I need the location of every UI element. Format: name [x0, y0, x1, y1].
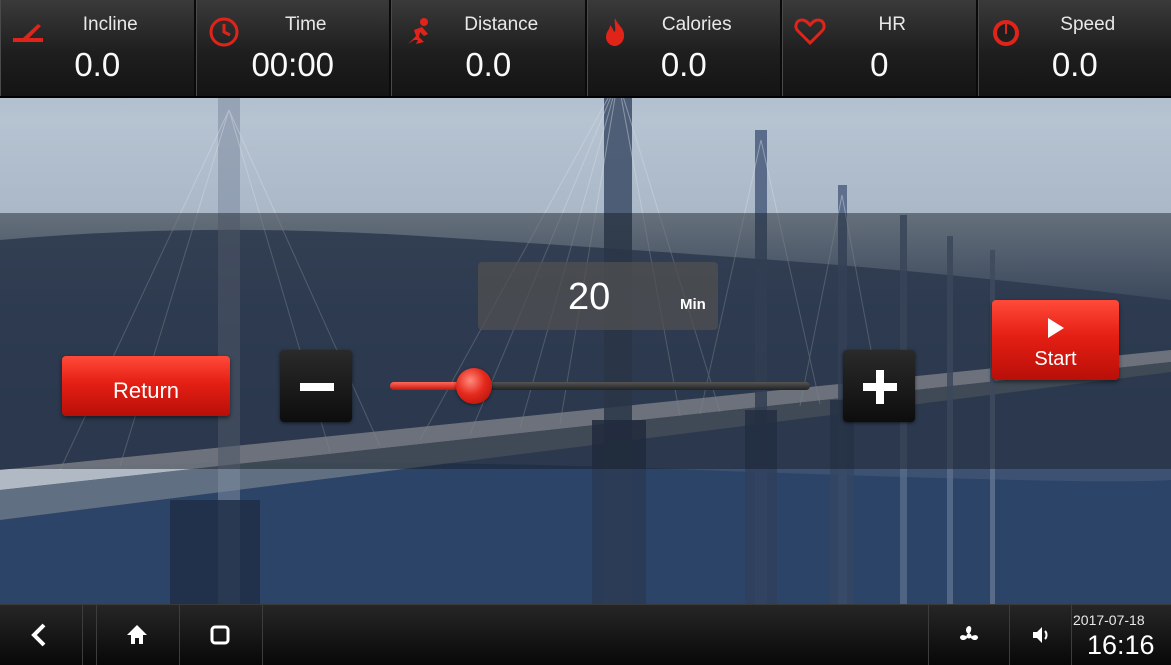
increase-button[interactable] — [843, 350, 915, 422]
system-navbar — [0, 604, 1171, 665]
stat-label: Incline — [1, 14, 194, 36]
stat-value: 00:00 — [197, 46, 390, 84]
home-icon — [125, 622, 149, 648]
fan-icon — [957, 622, 981, 648]
recent-apps-icon — [208, 622, 232, 648]
back-button[interactable] — [0, 605, 83, 665]
stat-value: 0.0 — [979, 46, 1171, 84]
decrease-button[interactable] — [280, 350, 352, 422]
stats-bar: Incline 0.0 Time 00:00 Distance 0.0 Calo… — [0, 0, 1171, 98]
back-icon — [28, 622, 52, 648]
stat-value: 0.0 — [588, 46, 781, 84]
slider-knob[interactable] — [456, 368, 492, 404]
volume-icon — [1029, 622, 1053, 648]
stat-label: Speed — [979, 14, 1171, 36]
status-clock: 16:16 — [1087, 630, 1155, 661]
stat-label: Distance — [392, 14, 585, 36]
stat-hr: HR 0 — [782, 0, 978, 96]
play-icon — [1048, 318, 1064, 338]
time-unit: Min — [680, 296, 706, 313]
stat-incline: Incline 0.0 — [0, 0, 196, 96]
start-label: Start — [992, 348, 1119, 371]
time-slider[interactable] — [390, 382, 810, 390]
return-button[interactable]: Return — [62, 356, 230, 416]
stat-label: Time — [197, 14, 390, 36]
start-button[interactable]: Start — [992, 300, 1119, 380]
time-display: 20 Min — [478, 262, 718, 330]
stat-label: HR — [783, 14, 976, 36]
stat-label: Calories — [588, 14, 781, 36]
fan-button[interactable] — [928, 605, 1010, 665]
recent-apps-button[interactable] — [180, 605, 263, 665]
stat-time: Time 00:00 — [196, 0, 392, 96]
home-button[interactable] — [96, 605, 180, 665]
return-label: Return — [62, 378, 230, 404]
stat-calories: Calories 0.0 — [587, 0, 783, 96]
stat-value: 0.0 — [392, 46, 585, 84]
minus-icon — [300, 383, 334, 391]
stat-value: 0 — [783, 46, 976, 84]
stat-distance: Distance 0.0 — [391, 0, 587, 96]
time-value: 20 — [568, 276, 610, 319]
status-date: 2017-07-18 — [1073, 612, 1145, 628]
stat-speed: Speed 0.0 — [978, 0, 1171, 96]
stat-value: 0.0 — [1, 46, 194, 84]
volume-button[interactable] — [1009, 605, 1072, 665]
